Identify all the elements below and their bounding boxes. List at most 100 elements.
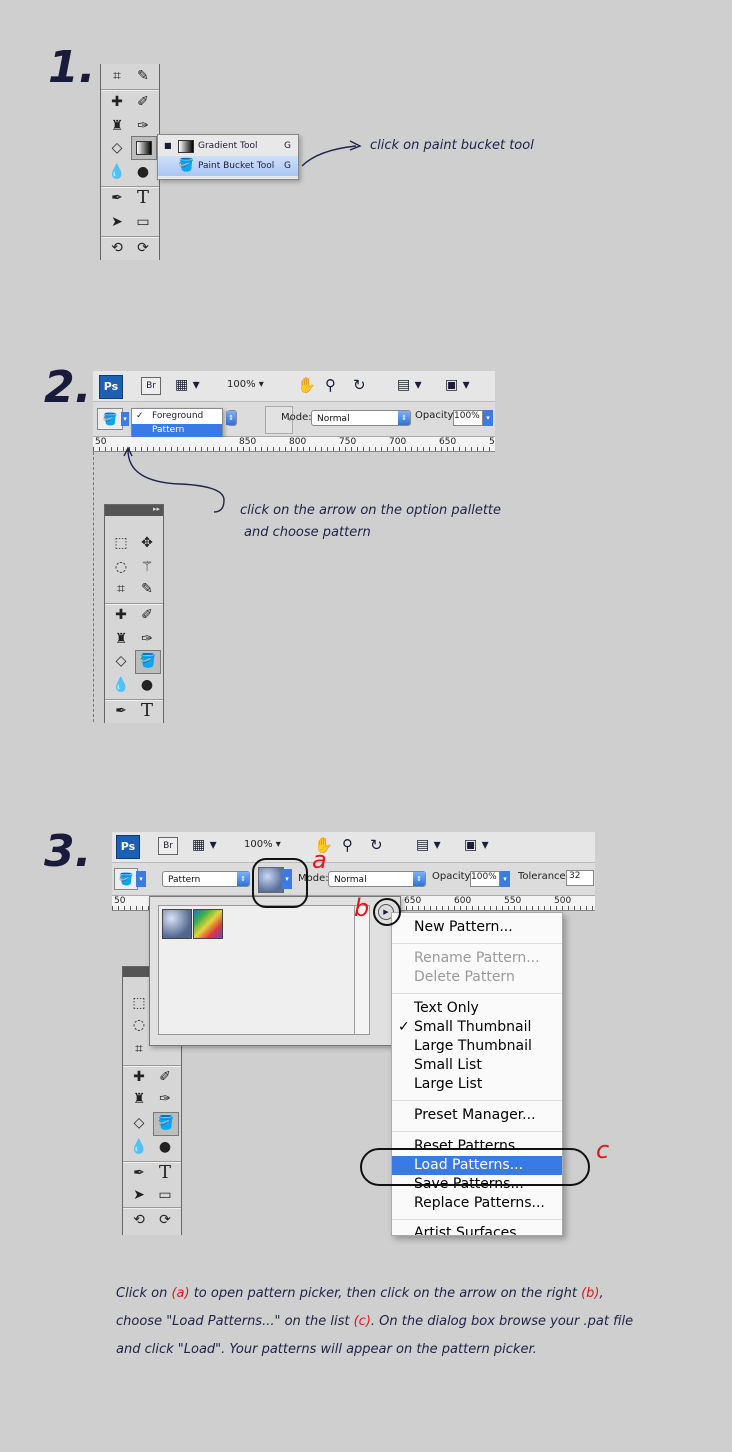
step2-note-line1: click on the arrow on the option pallett… — [240, 503, 502, 518]
arrange-icon[interactable]: ▤ ▾ — [416, 837, 441, 853]
opacity-arrow[interactable]: ▾ — [483, 410, 493, 426]
pen-icon[interactable]: ✒ — [111, 701, 131, 721]
3d-orbit-icon[interactable]: ⟳ — [155, 1210, 175, 1230]
screen-mode-icon[interactable]: ▣ ▾ — [445, 377, 470, 393]
paint-bucket-preset-icon[interactable]: 🪣 — [97, 408, 123, 430]
opacity-input[interactable]: 100% — [470, 871, 500, 887]
magic-wand-icon[interactable]: ⚚ — [137, 557, 157, 577]
blur-drop-icon[interactable]: 💧 — [111, 675, 131, 695]
eraser-icon[interactable]: ◇ — [129, 1113, 149, 1133]
path-select-icon[interactable]: ➤ — [107, 212, 127, 232]
zoom-select[interactable]: 100% ▾ — [227, 379, 264, 390]
crop-icon[interactable]: ⌗ — [107, 66, 127, 86]
pattern-list-scrollbar[interactable] — [354, 905, 370, 1035]
marquee-icon[interactable]: ⬚ — [111, 533, 131, 553]
lasso-icon[interactable]: ◌ — [129, 1015, 149, 1035]
bridge-button[interactable]: Br — [141, 377, 161, 395]
paint-bucket-icon[interactable]: 🪣 — [153, 1112, 179, 1136]
zoom-icon[interactable]: ⚲ — [342, 836, 353, 854]
menu-replace-patterns[interactable]: Replace Patterns... — [414, 1195, 545, 1211]
menu-small-thumbnail[interactable]: Small Thumbnail — [414, 1019, 531, 1035]
eyedropper-icon[interactable]: ✎ — [137, 579, 157, 599]
dodge-icon[interactable]: ● — [155, 1137, 175, 1157]
film-strip-icon[interactable]: ▦ ▾ — [192, 837, 217, 853]
rotate-view-icon[interactable]: ↻ — [353, 376, 366, 394]
menu-artist-surfaces[interactable]: Artist Surfaces — [414, 1225, 517, 1235]
history-brush-icon[interactable]: ✑ — [155, 1089, 175, 1109]
pattern-thumb-rainbow[interactable] — [193, 909, 223, 939]
paint-bucket-preset-icon[interactable]: 🪣 — [114, 868, 138, 890]
instructions-line3: and click "Load". Your patterns will app… — [116, 1342, 537, 1357]
fill-source-select[interactable]: Pattern ⇕ — [162, 871, 250, 887]
option-foreground[interactable]: ✓ Foreground — [132, 410, 222, 423]
mode-select[interactable]: Normal ⇕ — [328, 871, 426, 887]
label-b: b — [354, 894, 370, 922]
zoom-icon[interactable]: ⚲ — [325, 376, 336, 394]
screen-mode-icon[interactable]: ▣ ▾ — [464, 837, 489, 853]
type-icon[interactable]: T — [137, 701, 157, 721]
stamp-icon[interactable]: ♜ — [129, 1089, 149, 1109]
pattern-thumb-bubbles[interactable] — [162, 909, 192, 939]
history-brush-icon[interactable]: ✑ — [133, 116, 153, 136]
brush-icon[interactable]: ✐ — [137, 605, 157, 625]
opacity-arrow[interactable]: ▾ — [500, 871, 510, 887]
history-brush-icon[interactable]: ✑ — [137, 629, 157, 649]
crop-icon[interactable]: ⌗ — [129, 1039, 149, 1059]
rectangle-icon[interactable]: ▭ — [133, 212, 153, 232]
opacity-input[interactable]: 100% — [453, 410, 483, 426]
eraser-icon[interactable]: ◇ — [107, 138, 127, 158]
paint-bucket-icon[interactable]: 🪣 — [135, 650, 161, 674]
move-icon[interactable]: ✥ — [137, 533, 157, 553]
menu-large-list[interactable]: Large List — [414, 1076, 482, 1092]
flyout-paint-bucket-tool[interactable]: 🪣 Paint Bucket Tool G — [158, 156, 298, 176]
3d-rotate-icon[interactable]: ⟲ — [129, 1210, 149, 1230]
app-bar-step3: Ps Br ▦ ▾ 100% ▾ ✋ ⚲ ↻ ▤ ▾ ▣ ▾ — [112, 832, 595, 863]
brush-icon[interactable]: ✐ — [133, 92, 153, 112]
stamp-icon[interactable]: ♜ — [111, 629, 131, 649]
healing-brush-icon[interactable]: ✚ — [111, 605, 131, 625]
fill-source-select-bg[interactable]: ⇕ — [226, 410, 237, 426]
tolerance-label: Tolerance: — [518, 871, 570, 882]
tolerance-input[interactable]: 32 — [566, 870, 594, 886]
film-strip-icon[interactable]: ▦ ▾ — [175, 377, 200, 393]
healing-brush-icon[interactable]: ✚ — [129, 1067, 149, 1087]
menu-text-only[interactable]: Text Only — [414, 1000, 479, 1016]
menu-small-list[interactable]: Small List — [414, 1057, 482, 1073]
rectangle-icon[interactable]: ▭ — [155, 1185, 175, 1205]
pen-icon[interactable]: ✒ — [107, 188, 127, 208]
hand-icon[interactable]: ✋ — [297, 376, 316, 394]
blur-drop-icon[interactable]: 💧 — [129, 1137, 149, 1157]
eraser-icon[interactable]: ◇ — [111, 651, 131, 671]
toolbox-header[interactable]: ▸▸ — [105, 505, 163, 516]
dodge-icon[interactable]: ● — [133, 162, 153, 182]
pen-icon[interactable]: ✒ — [129, 1163, 149, 1183]
dodge-icon[interactable]: ● — [137, 675, 157, 695]
healing-brush-icon[interactable]: ✚ — [107, 92, 127, 112]
lasso-icon[interactable]: ◌ — [111, 557, 131, 577]
rotate-view-icon[interactable]: ↻ — [370, 836, 383, 854]
instructions-line1: Click on (a) to open pattern picker, the… — [116, 1286, 604, 1301]
type-icon[interactable]: T — [155, 1163, 175, 1183]
menu-preset-manager[interactable]: Preset Manager... — [414, 1107, 536, 1123]
gradient-icon[interactable] — [131, 136, 157, 160]
brush-icon[interactable]: ✐ — [155, 1067, 175, 1087]
type-icon[interactable]: T — [133, 188, 153, 208]
menu-large-thumbnail[interactable]: Large Thumbnail — [414, 1038, 532, 1054]
eyedropper-icon[interactable]: ✎ — [133, 66, 153, 86]
menu-new-pattern[interactable]: New Pattern... — [414, 919, 513, 935]
fill-source-arrow[interactable]: ▾ — [121, 412, 129, 426]
mode-select[interactable]: Normal ⇕ — [311, 410, 411, 426]
menu-delete-pattern: Delete Pattern — [414, 969, 515, 985]
blur-drop-icon[interactable]: 💧 — [107, 162, 127, 182]
preset-arrow[interactable]: ▾ — [136, 871, 146, 887]
path-select-icon[interactable]: ➤ — [129, 1185, 149, 1205]
marquee-icon[interactable]: ⬚ — [129, 993, 149, 1013]
zoom-select[interactable]: 100% ▾ — [244, 839, 281, 850]
arrange-icon[interactable]: ▤ ▾ — [397, 377, 422, 393]
bridge-button[interactable]: Br — [158, 837, 178, 855]
crop-icon[interactable]: ⌗ — [111, 579, 131, 599]
flyout-gradient-tool[interactable]: ■ Gradient Tool G — [158, 137, 298, 155]
3d-orbit-icon[interactable]: ⟳ — [133, 238, 153, 258]
stamp-icon[interactable]: ♜ — [107, 116, 127, 136]
3d-rotate-icon[interactable]: ⟲ — [107, 238, 127, 258]
